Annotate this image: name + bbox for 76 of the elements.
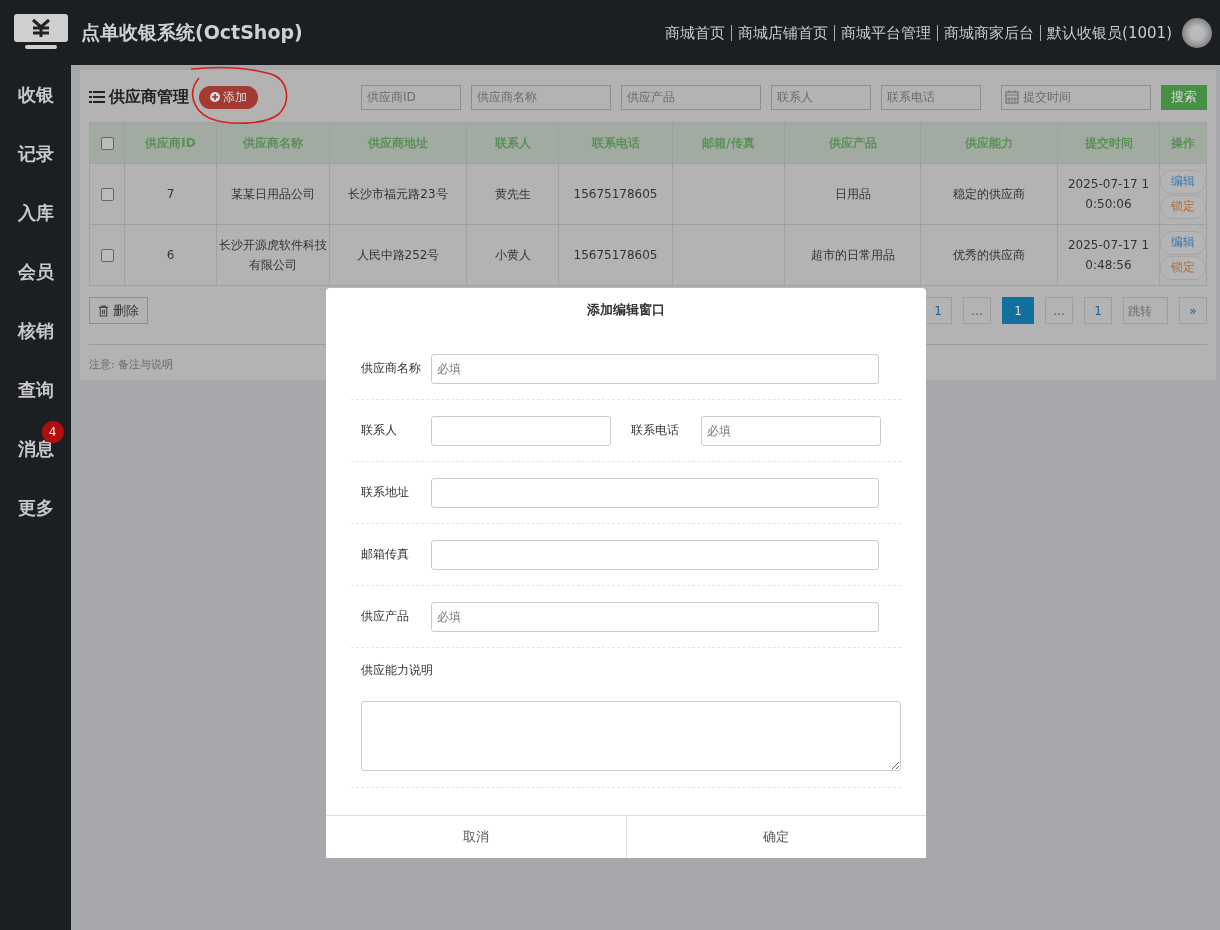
table-cell: 小黄人 (494, 248, 531, 262)
field-label: 联系人 (361, 422, 398, 439)
header-link[interactable]: 商城首页 (659, 24, 732, 41)
header-link[interactable]: 默认收银员(1001) (1040, 24, 1178, 41)
header-link[interactable]: 商城商家后台 (937, 24, 1041, 41)
panel-title: 供应商管理 (109, 86, 189, 108)
field-label: 供应能力说明 (361, 662, 434, 679)
page-link[interactable]: 1 (1002, 297, 1034, 324)
column-header: 供应产品 (828, 135, 877, 150)
input-field[interactable] (431, 477, 879, 508)
select-all-checkbox[interactable] (100, 137, 114, 150)
table-cell: 日用品 (834, 187, 871, 201)
list-icon (89, 90, 105, 104)
column-header: 联系人 (494, 135, 531, 150)
table-cell: 2025-07-17 10:48:56 (1067, 238, 1150, 272)
table-cell: 黄先生 (494, 187, 531, 201)
dialog-title: 添加编辑窗口 (586, 301, 666, 319)
table-cell: 长沙市福元路23号 (348, 187, 448, 201)
page-jump-field[interactable]: 跳转 (1123, 297, 1168, 324)
sidebar-item[interactable]: 会员 (17, 258, 54, 286)
input-field[interactable]: 必填 (431, 353, 879, 384)
column-header: 联系电话 (591, 135, 640, 150)
sidebar-item[interactable]: 查询 (17, 376, 54, 404)
table-cell: 某某日用品公司 (231, 187, 315, 201)
sidebar-item[interactable]: 核销 (17, 317, 54, 345)
field-label: 邮箱传真 (361, 546, 410, 563)
row-checkbox[interactable] (100, 188, 114, 201)
trash-icon (98, 304, 109, 317)
delete-button[interactable]: 删除 (89, 297, 148, 324)
table-cell: 15675178605 (573, 248, 658, 262)
add-button[interactable]: 添加 (199, 85, 258, 109)
column-header: 供应商ID (145, 135, 196, 150)
filter-field[interactable]: 供应商ID (361, 84, 461, 110)
table-cell: 稳定的供应商 (953, 187, 1025, 201)
table-cell: 7 (166, 187, 175, 201)
input-field[interactable]: 必填 (431, 601, 879, 632)
calendar-icon (1005, 89, 1019, 104)
sidebar-item[interactable]: 收银 (17, 81, 54, 109)
sidebar-item[interactable]: 记录 (17, 140, 54, 168)
column-header: 邮箱/传真 (702, 135, 755, 150)
table-cell: 超市的日常用品 (810, 248, 895, 262)
filter-field[interactable]: 供应产品 (621, 84, 761, 110)
column-header: 操作 (1171, 135, 1195, 150)
app-title: 点单收银系统(OctShop) (81, 19, 303, 45)
cash-register-icon (13, 12, 69, 51)
table-cell: 优秀的供应商 (953, 248, 1025, 262)
input-field[interactable] (431, 415, 611, 446)
avatar[interactable] (1182, 17, 1212, 48)
date-filter-field[interactable]: 提交时间 (1001, 84, 1151, 110)
table-cell: 2025-07-17 10:50:06 (1067, 177, 1150, 211)
field-label: 联系电话 (631, 422, 680, 439)
field-label: 联系地址 (361, 484, 410, 501)
input-field[interactable] (431, 539, 879, 570)
table-cell: 15675178605 (573, 187, 658, 201)
sidebar-item[interactable]: 入库 (17, 199, 54, 227)
filter-field[interactable]: 联系人 (771, 84, 871, 110)
column-header: 提交时间 (1084, 135, 1133, 150)
column-header: 供应商地址 (368, 135, 428, 150)
column-header: 供应商名称 (243, 135, 303, 150)
field-label: 供应商名称 (361, 360, 422, 377)
table-cell: 6 (166, 248, 175, 262)
header-link[interactable]: 商城平台管理 (834, 24, 938, 41)
sidebar-item[interactable]: 更多 (17, 494, 54, 522)
table-cell: 长沙开源虎软件科技有限公司 (219, 238, 327, 272)
plus-circle-icon (210, 92, 220, 102)
input-field[interactable]: 必填 (701, 415, 881, 446)
filter-field[interactable]: 供应商名称 (471, 84, 611, 110)
table-cell: 人民中路252号 (356, 248, 440, 262)
confirm-button[interactable]: 确定 (625, 816, 926, 858)
filter-field[interactable]: 联系电话 (881, 84, 981, 110)
header-link[interactable]: 商城店铺首页 (731, 24, 835, 41)
field-label: 供应产品 (361, 608, 410, 625)
column-header: 供应能力 (965, 135, 1013, 150)
textarea-field[interactable] (361, 701, 901, 771)
note-text: 注意: 备注与说明 (89, 358, 174, 371)
row-checkbox[interactable] (100, 249, 114, 262)
